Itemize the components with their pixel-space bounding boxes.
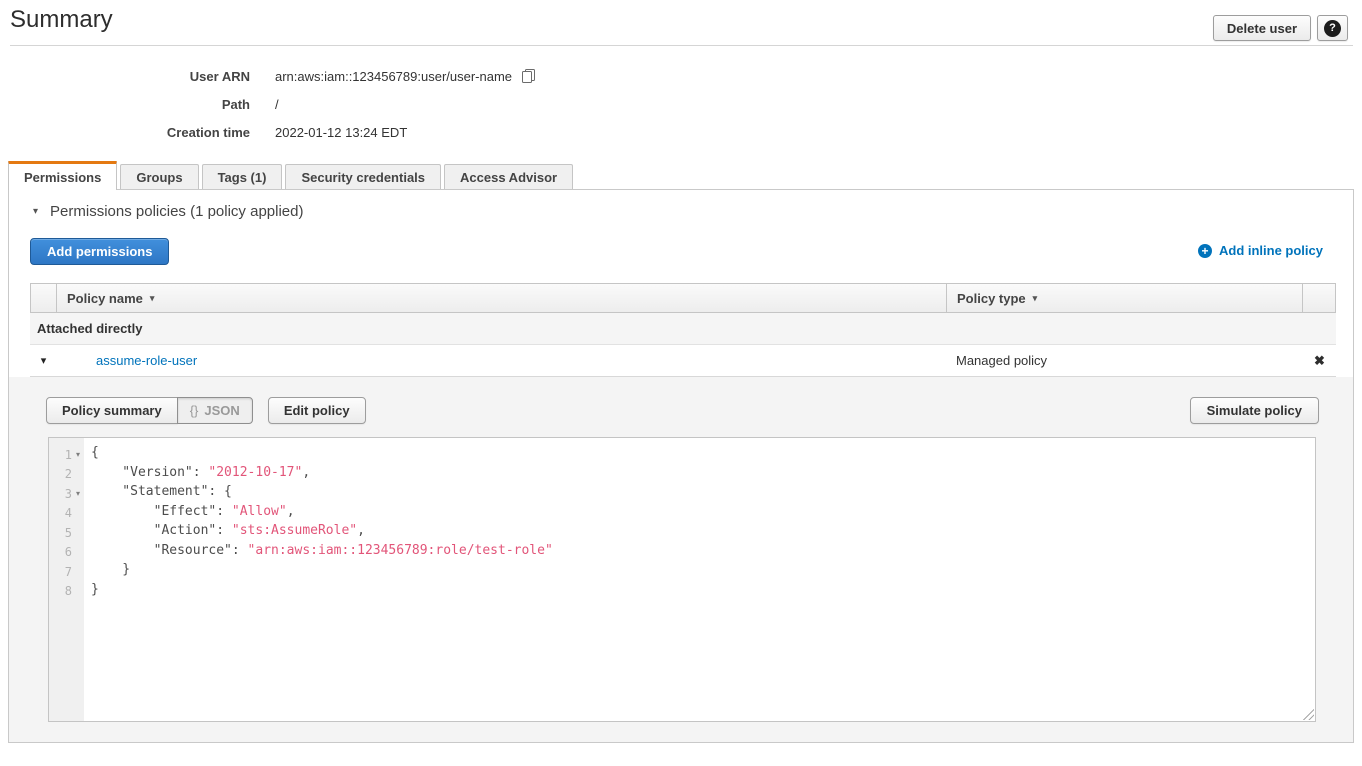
group-row-label: Attached directly <box>37 321 142 336</box>
user-arn-label: User ARN <box>0 69 250 84</box>
gutter-line: 1▾ <box>49 445 84 465</box>
iam-user-summary-page: Summary Delete user ? User ARN arn:aws:i… <box>0 0 1362 766</box>
line-number: 4 <box>49 506 72 520</box>
copy-arn-icon[interactable] <box>521 68 536 84</box>
json-policy-editor: 1▾23▾45678 { "Version": "2012-10-17", "S… <box>48 437 1316 722</box>
path-value: / <box>275 97 279 112</box>
permissions-tab-panel: ▾ Permissions policies (1 policy applied… <box>8 189 1354 743</box>
detail-row-user-arn: User ARN arn:aws:iam::123456789:user/use… <box>0 62 536 90</box>
attached-directly-group-row: Attached directly <box>30 313 1336 345</box>
sort-caret-icon: ▾ <box>1033 293 1038 304</box>
code-line[interactable]: "Version": "2012-10-17", <box>91 465 1315 485</box>
add-inline-policy-label: Add inline policy <box>1219 243 1323 258</box>
tab-security-credentials[interactable]: Security credentials <box>285 164 441 189</box>
actions-column-header <box>1302 284 1335 312</box>
code-line[interactable]: "Effect": "Allow", <box>91 504 1315 524</box>
policies-table: Policy name ▾ Policy type ▾ Attached dir… <box>30 283 1336 377</box>
policy-type-header-label: Policy type <box>957 291 1026 306</box>
policy-detail-area: Policy summary {} JSON Edit policy Simul… <box>9 377 1353 742</box>
line-number: 1 <box>49 448 72 462</box>
question-mark-icon: ? <box>1324 20 1341 37</box>
policy-name-column-header[interactable]: Policy name ▾ <box>57 284 946 312</box>
add-permissions-button[interactable]: Add permissions <box>30 238 169 265</box>
braces-icon: {} <box>190 403 199 418</box>
line-number: 7 <box>49 565 72 579</box>
plus-icon: + <box>1198 244 1212 258</box>
fold-caret-icon[interactable]: ▾ <box>72 489 84 498</box>
remove-policy-icon[interactable]: ✖ <box>1303 353 1336 369</box>
path-label: Path <box>0 97 250 112</box>
line-number: 6 <box>49 545 72 559</box>
code-line[interactable]: } <box>91 582 1315 602</box>
policy-summary-button[interactable]: Policy summary <box>46 397 178 424</box>
tab-permissions[interactable]: Permissions <box>8 161 117 190</box>
help-button[interactable]: ? <box>1317 15 1348 41</box>
detail-row-path: Path / <box>0 90 536 118</box>
editor-gutter: 1▾23▾45678 <box>49 438 84 721</box>
policy-table-row: ▾ assume-role-user Managed policy ✖ <box>30 345 1336 377</box>
sort-caret-icon: ▾ <box>150 293 155 304</box>
line-number: 2 <box>49 467 72 481</box>
expander-column-header <box>31 284 57 312</box>
user-arn-value: arn:aws:iam::123456789:user/user-name <box>275 69 512 84</box>
edit-policy-button[interactable]: Edit policy <box>268 397 366 424</box>
policy-type-cell: Managed policy <box>946 353 1303 368</box>
editor-code[interactable]: { "Version": "2012-10-17", "Statement": … <box>84 438 1315 721</box>
code-line[interactable]: { <box>91 445 1315 465</box>
delete-user-button[interactable]: Delete user <box>1213 15 1311 41</box>
tab-access-advisor[interactable]: Access Advisor <box>444 164 573 189</box>
tab-bar: Permissions Groups Tags (1) Security cre… <box>8 161 573 189</box>
gutter-line: 8 <box>49 582 84 602</box>
row-expand-caret-icon[interactable]: ▾ <box>30 354 57 367</box>
line-number: 5 <box>49 526 72 540</box>
tab-tags[interactable]: Tags (1) <box>202 164 283 189</box>
add-inline-policy-link[interactable]: + Add inline policy <box>1198 243 1323 258</box>
gutter-line: 7 <box>49 562 84 582</box>
user-details: User ARN arn:aws:iam::123456789:user/use… <box>0 62 536 146</box>
policies-table-header: Policy name ▾ Policy type ▾ <box>30 283 1336 313</box>
fold-caret-icon[interactable]: ▾ <box>72 450 84 459</box>
gutter-line: 5 <box>49 523 84 543</box>
policy-type-column-header[interactable]: Policy type ▾ <box>946 284 1302 312</box>
gutter-line: 6 <box>49 543 84 563</box>
gutter-line: 4 <box>49 504 84 524</box>
json-view-button[interactable]: {} JSON <box>177 397 253 424</box>
json-button-label: JSON <box>204 403 239 418</box>
line-number: 3 <box>49 487 72 501</box>
policy-name-header-label: Policy name <box>67 291 143 306</box>
permissions-policies-section-header[interactable]: ▾ Permissions policies (1 policy applied… <box>33 203 303 220</box>
creation-time-value: 2022-01-12 13:24 EDT <box>275 125 407 140</box>
gutter-line: 3▾ <box>49 484 84 504</box>
collapse-caret-icon: ▾ <box>33 207 38 217</box>
code-line[interactable]: "Action": "sts:AssumeRole", <box>91 523 1315 543</box>
simulate-policy-button[interactable]: Simulate policy <box>1190 397 1319 424</box>
tab-groups[interactable]: Groups <box>120 164 198 189</box>
title-divider <box>10 45 1353 46</box>
code-line[interactable]: "Statement": { <box>91 484 1315 504</box>
code-line[interactable]: "Resource": "arn:aws:iam::123456789:role… <box>91 543 1315 563</box>
creation-time-label: Creation time <box>0 125 250 140</box>
header-actions: Delete user ? <box>1213 15 1348 41</box>
gutter-line: 2 <box>49 465 84 485</box>
page-title: Summary <box>10 6 113 34</box>
section-title: Permissions policies (1 policy applied) <box>50 203 303 220</box>
line-number: 8 <box>49 584 72 598</box>
policy-name-link[interactable]: assume-role-user <box>96 353 197 368</box>
detail-row-creation-time: Creation time 2022-01-12 13:24 EDT <box>0 118 536 146</box>
code-line[interactable]: } <box>91 562 1315 582</box>
policy-view-toggle: Policy summary {} JSON Edit policy <box>46 397 366 424</box>
